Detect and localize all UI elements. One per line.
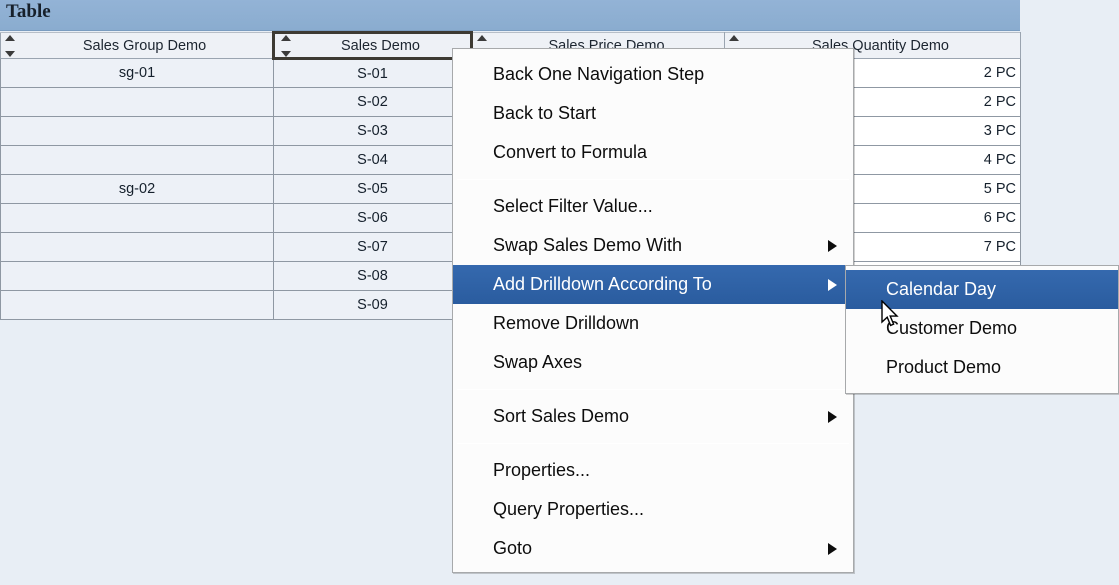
cell-sales-group-demo[interactable]: [0, 145, 274, 175]
menu-item-remove-drilldown[interactable]: Remove Drilldown: [453, 304, 853, 343]
menu-item-back-one-navigation-step[interactable]: Back One Navigation Step: [453, 55, 853, 94]
menu-item-swap-sales-demo-with[interactable]: Swap Sales Demo With: [453, 226, 853, 265]
menu-separator: [457, 443, 849, 444]
cell-sales-group-demo[interactable]: [0, 203, 274, 233]
cell-sales-group-demo[interactable]: [0, 261, 274, 291]
menu-item-sort-sales-demo[interactable]: Sort Sales Demo: [453, 397, 853, 436]
cell-sales-group-demo[interactable]: [0, 87, 274, 117]
chevron-right-icon: [828, 239, 837, 252]
menu-item-label: Select Filter Value...: [493, 196, 653, 216]
menu-separator: [457, 179, 849, 180]
cell-sales-group-demo[interactable]: sg-02: [0, 174, 274, 204]
cell-sales-demo[interactable]: S-03: [273, 116, 472, 146]
menu-item-query-properties[interactable]: Query Properties...: [453, 490, 853, 529]
menu-item-back-to-start[interactable]: Back to Start: [453, 94, 853, 133]
menu-item-label: Back to Start: [493, 103, 597, 123]
column-header-sales-demo[interactable]: Sales Demo: [272, 31, 473, 60]
submenu-item-label: Customer Demo: [886, 318, 1018, 338]
submenu-item-customer-demo[interactable]: Customer Demo: [846, 309, 1118, 348]
submenu-item-label: Product Demo: [886, 357, 1002, 377]
menu-item-swap-axes[interactable]: Swap Axes: [453, 343, 853, 382]
menu-item-label: Remove Drilldown: [493, 313, 640, 333]
menu-item-label: Add Drilldown According To: [493, 274, 712, 294]
cell-sales-demo[interactable]: S-08: [273, 261, 472, 291]
chevron-right-icon: [828, 542, 837, 555]
cell-sales-demo[interactable]: S-02: [273, 87, 472, 117]
cell-sales-demo[interactable]: S-04: [273, 145, 472, 175]
menu-item-label: Query Properties...: [493, 499, 645, 519]
menu-item-label: Properties...: [493, 460, 591, 480]
submenu-item-product-demo[interactable]: Product Demo: [846, 348, 1118, 387]
cell-sales-demo[interactable]: S-07: [273, 232, 472, 262]
cell-sales-demo[interactable]: S-05: [273, 174, 472, 204]
menu-item-label: Swap Sales Demo With: [493, 235, 683, 255]
column-header-sales-group-demo[interactable]: Sales Group Demo: [0, 32, 274, 59]
menu-item-label: Back One Navigation Step: [493, 64, 705, 84]
table-title-bar: Table: [0, 0, 1020, 31]
cell-sales-demo[interactable]: S-06: [273, 203, 472, 233]
cell-sales-demo[interactable]: S-09: [273, 290, 472, 320]
menu-item-add-drilldown-according-to[interactable]: Add Drilldown According To: [453, 265, 853, 304]
chevron-right-icon: [828, 410, 837, 423]
cell-sales-group-demo[interactable]: [0, 116, 274, 146]
cell-sales-demo[interactable]: S-01: [273, 58, 472, 88]
chevron-right-icon: [828, 278, 837, 291]
menu-item-label: Convert to Formula: [493, 142, 648, 162]
column-header-label: Sales Demo: [341, 37, 420, 54]
context-menu[interactable]: Back One Navigation Step Back to Start Con…: [452, 48, 854, 573]
menu-separator: [457, 389, 849, 390]
cell-sales-group-demo[interactable]: [0, 232, 274, 262]
menu-item-convert-to-formula[interactable]: Convert to Formula: [453, 133, 853, 172]
menu-item-label: Sort Sales Demo: [493, 406, 630, 426]
menu-item-label: Goto: [493, 538, 533, 558]
menu-item-goto[interactable]: Goto: [453, 529, 853, 568]
column-header-label: Sales Group Demo: [82, 37, 207, 54]
submenu-item-label: Calendar Day: [886, 279, 997, 299]
menu-item-properties[interactable]: Properties...: [453, 451, 853, 490]
application-window: Table Sales Group Demo Sales Demo Sales Pr…: [0, 0, 1119, 585]
cell-sales-group-demo[interactable]: sg-01: [0, 58, 274, 88]
add-drilldown-submenu[interactable]: Calendar Day Customer Demo Product Demo: [845, 265, 1119, 394]
submenu-item-calendar-day[interactable]: Calendar Day: [846, 270, 1118, 309]
menu-item-label: Swap Axes: [493, 352, 583, 372]
menu-item-select-filter-value[interactable]: Select Filter Value...: [453, 187, 853, 226]
cell-sales-group-demo[interactable]: [0, 290, 274, 320]
page-title: Table: [6, 1, 51, 22]
